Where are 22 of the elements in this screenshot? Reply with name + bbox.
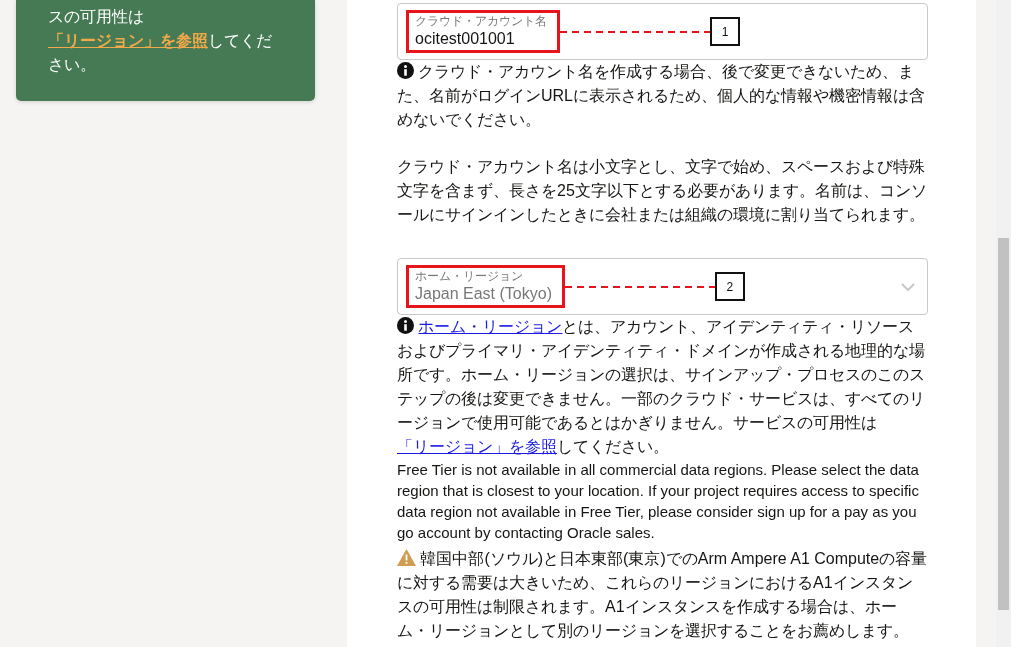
info-icon	[397, 62, 414, 79]
account-name-field[interactable]: クラウド・アカウント名 ocitest001001 1	[397, 3, 928, 60]
field-label: ホーム・リージョン	[415, 269, 524, 283]
region-select[interactable]: ホーム・リージョン Japan East (Tokyo) 2	[397, 258, 928, 315]
scrollbar[interactable]	[996, 0, 1011, 647]
info-icon	[397, 317, 414, 334]
callout-number: 2	[714, 272, 745, 301]
field-value: ocitest001001	[415, 29, 516, 49]
field-label: クラウド・アカウント名	[415, 14, 547, 28]
field-value: Japan East (Tokyo)	[415, 284, 552, 304]
chevron-down-icon	[901, 283, 915, 292]
scrollbar-thumb[interactable]	[998, 238, 1009, 610]
info-text: クラウド・アカウント名を作成する場合、後で変更できないため、また、名前がログインURLに表示されるため、個人的な情報や機密情報は含めないでください。	[397, 61, 926, 130]
note-text: Free Tier is not available in all commercial data regions. Please select the data region that is closest to your location. If your project requires access to specific data region not available in Free Tier, please consider sign up for a pay as you go account by contacting Oracle sales.	[397, 460, 920, 543]
link[interactable]: ホーム・リージョン	[418, 318, 563, 335]
warning-text: 韓国中部(ソウル)と日本東部(東京)でのArm Ampere A1 Computeの容量に対する需要は大きいため、これらのリージョンにおけるA1インスタンスの可用性は制限されます。A1インスタンスを作成する場合は、ホーム・リージョンとして別のリージョンを選択することをお薦めします。	[397, 548, 928, 641]
callout-number: 1	[710, 17, 740, 46]
help-text: クラウド・アカウント名は小文字とし、文字で始め、スペースおよび特殊文字を含まず、長さを25文字以下とする必要があります。名前は、コンソールにサインインしたときに会社または組織の環境に割り当てられます。	[397, 157, 928, 225]
warning-icon	[397, 549, 416, 566]
info-text: ホーム・リージョン とは、アカウント、アイデンティティ・リソースおよびプライマリ・アイデンティティ・ドメインが作成される地理的な場所です。ホーム・リージョンの選択は、サインアップ・プロセスのこのステップの後は変更できません。一部のクラウド・サービスは、すべてのリージョンで使用可能であるとはかぎりません。サービスの可用性は 「リージョン」を参照 してください。	[397, 316, 926, 457]
link[interactable]: 「リージョン」を参照	[397, 438, 557, 455]
card-text: スの可用性は 「リージョン」を参照してください。	[48, 7, 273, 75]
